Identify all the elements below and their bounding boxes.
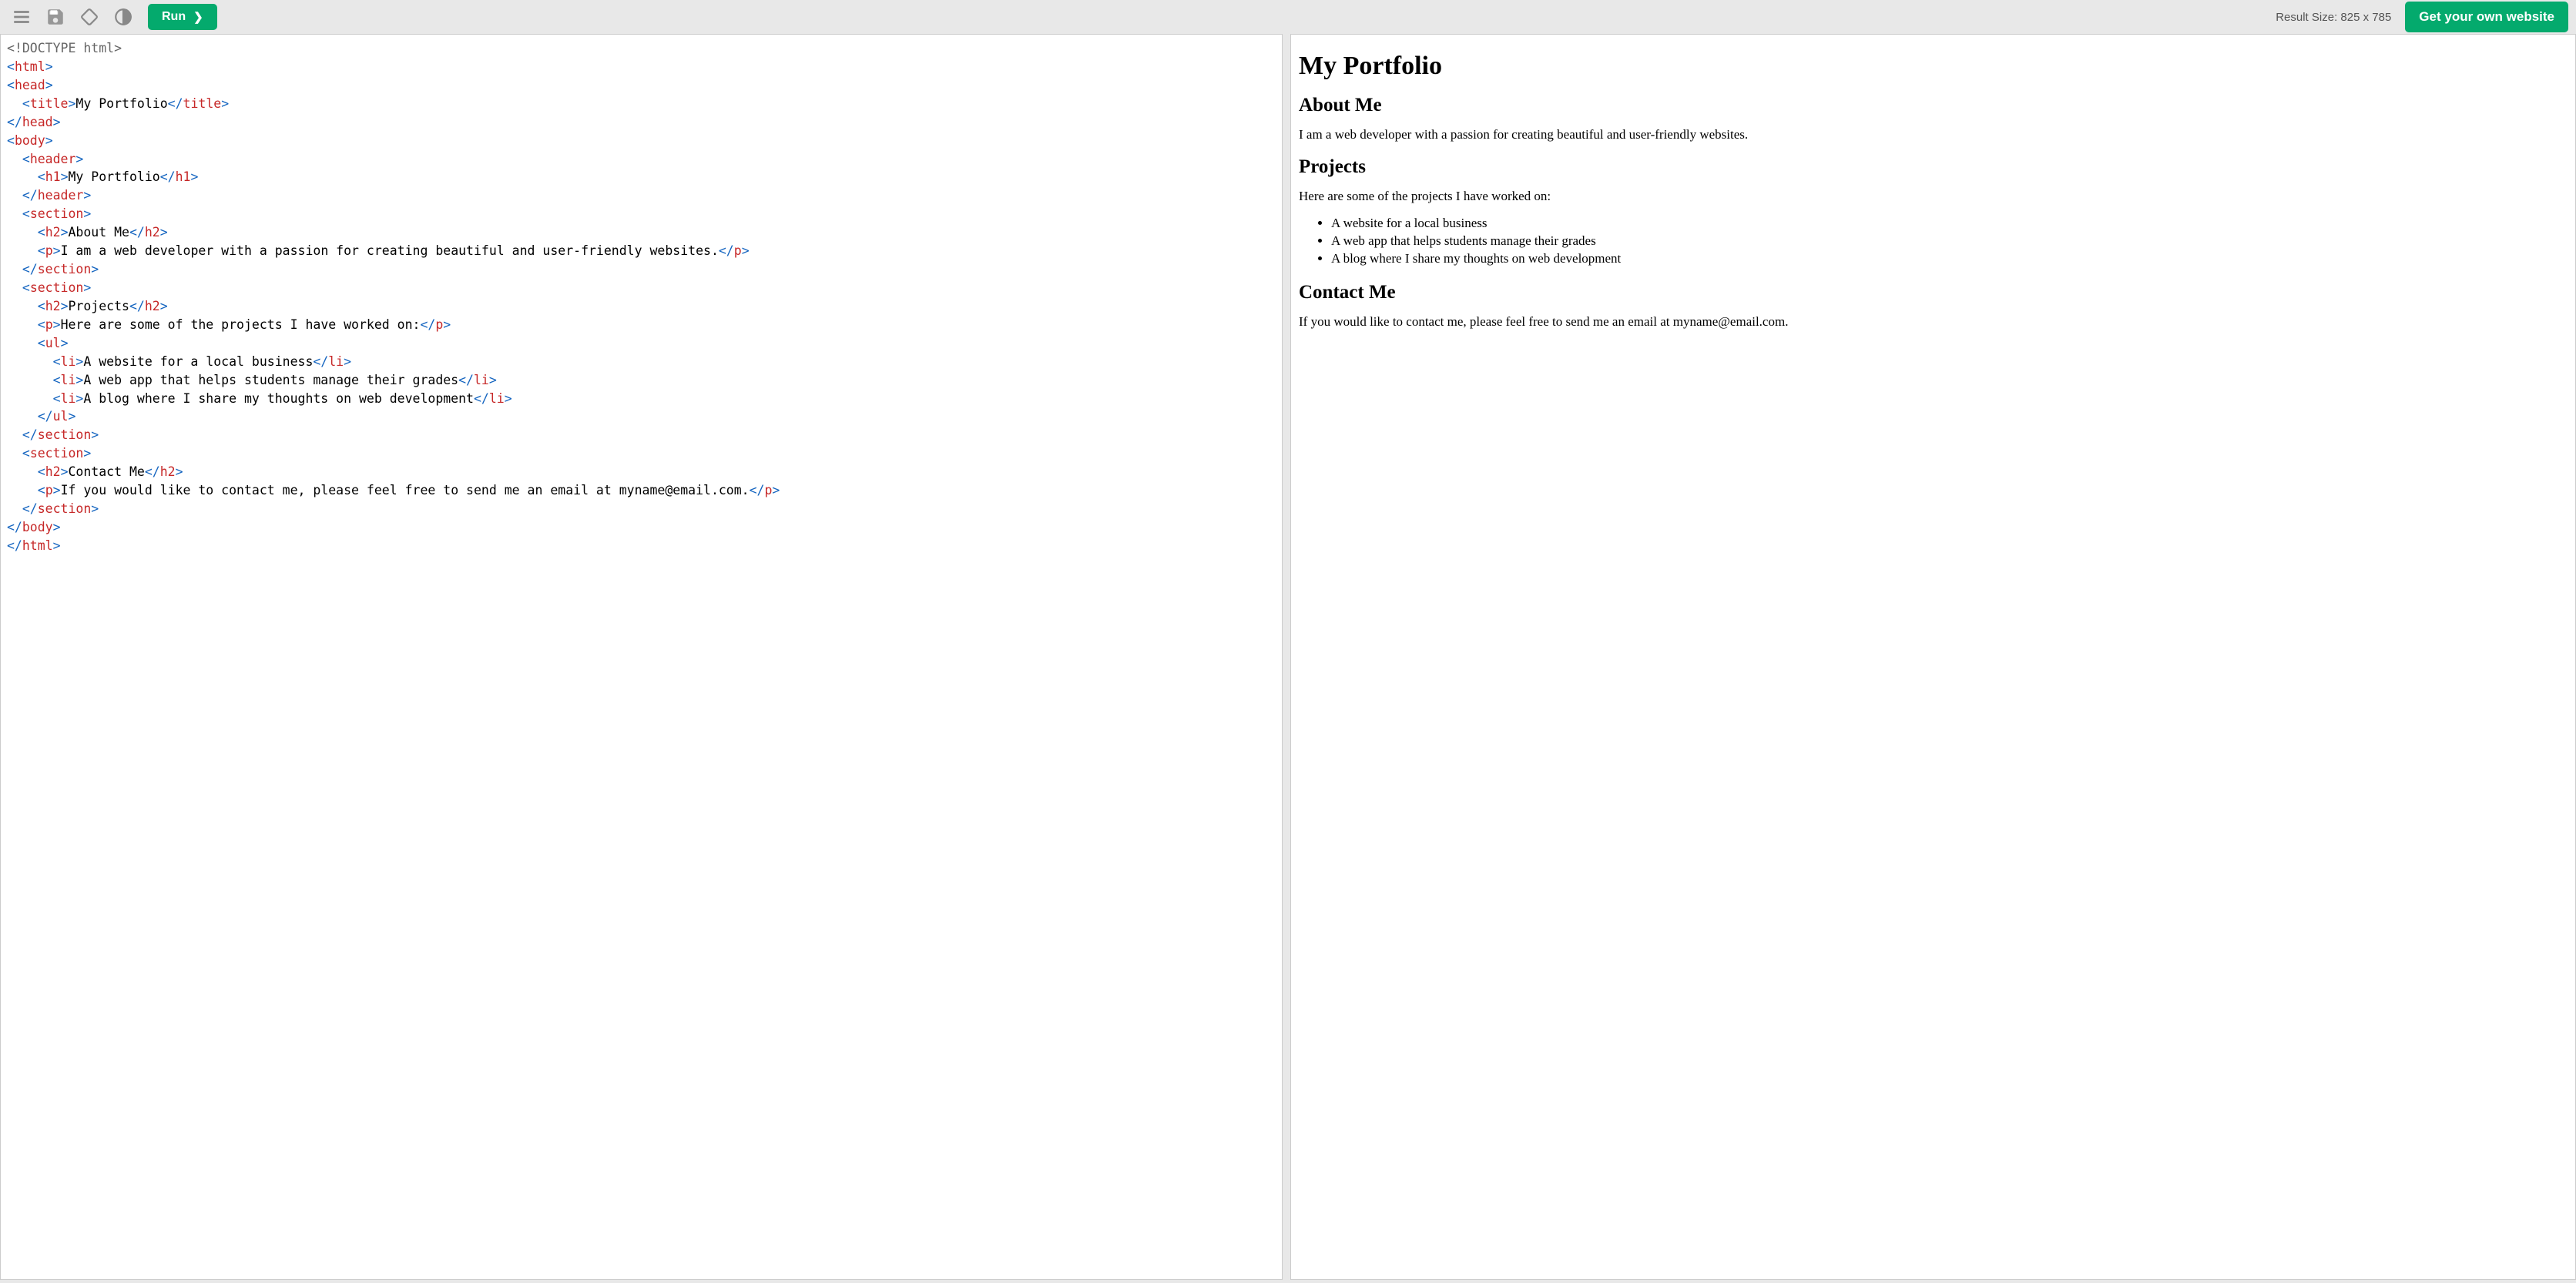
toolbar: Run ❯ Result Size: 825 x 785 Get your ow…: [0, 0, 2576, 34]
theme-icon[interactable]: [109, 3, 137, 31]
chevron-right-icon: ❯: [193, 10, 203, 24]
code-s2-h2: Projects: [69, 299, 129, 313]
result-preview: My Portfolio About Me I am a web develop…: [1290, 34, 2576, 1280]
code-s3-p: If you would like to contact me, please …: [61, 483, 750, 497]
get-website-button[interactable]: Get your own website: [2405, 2, 2568, 32]
save-icon[interactable]: [42, 3, 69, 31]
preview-h1: My Portfolio: [1299, 52, 2568, 81]
run-button-label: Run: [162, 10, 186, 24]
code-s1-p: I am a web developer with a passion for …: [61, 243, 719, 258]
run-button[interactable]: Run ❯: [148, 4, 217, 30]
preview-projects-h2: Projects: [1299, 156, 2568, 178]
code-s2-li2: A web app that helps students manage the…: [83, 373, 458, 387]
preview-contact-p: If you would like to contact me, please …: [1299, 314, 2568, 330]
code-doctype: <!DOCTYPE html>: [7, 41, 122, 55]
preview-projects-list: A website for a local business A web app…: [1299, 215, 2568, 268]
main-container: <!DOCTYPE html> <html> <head> <title>My …: [0, 34, 2576, 1283]
code-title-txt: My Portfolio: [75, 96, 167, 111]
menu-icon[interactable]: [8, 3, 35, 31]
preview-about-p: I am a web developer with a passion for …: [1299, 127, 2568, 142]
code-s2-li1: A website for a local business: [83, 354, 313, 369]
rotate-icon[interactable]: [75, 3, 103, 31]
list-item: A web app that helps students manage the…: [1331, 233, 2568, 250]
preview-contact-h2: Contact Me: [1299, 282, 2568, 303]
code-s2-li3: A blog where I share my thoughts on web …: [83, 391, 474, 406]
list-item: A blog where I share my thoughts on web …: [1331, 250, 2568, 268]
preview-projects-p: Here are some of the projects I have wor…: [1299, 189, 2568, 204]
result-size-label: Result Size: 825 x 785: [2276, 11, 2391, 24]
code-h1-txt: My Portfolio: [69, 169, 160, 184]
code-s3-h2: Contact Me: [69, 464, 145, 479]
code-s2-p: Here are some of the projects I have wor…: [61, 317, 421, 332]
code-editor[interactable]: <!DOCTYPE html> <html> <head> <title>My …: [0, 34, 1283, 1280]
list-item: A website for a local business: [1331, 215, 2568, 233]
preview-about-h2: About Me: [1299, 95, 2568, 116]
code-s1-h2: About Me: [69, 225, 129, 240]
